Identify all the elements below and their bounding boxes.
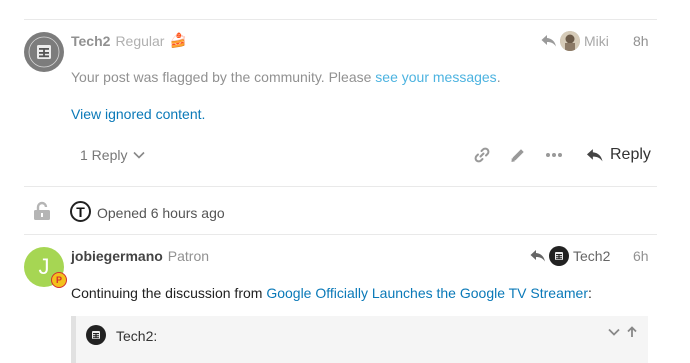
post-header: jobiegermano Patron — [71, 248, 209, 264]
patron-badge-icon: P — [51, 272, 67, 288]
user-title: Regular — [115, 32, 165, 49]
post-time[interactable]: 6h — [633, 248, 649, 264]
unlock-icon — [34, 201, 50, 220]
flag-message: Your post was flagged by the community. … — [71, 69, 501, 85]
replies-toggle[interactable]: 1 Reply — [80, 147, 146, 163]
quote-author: Tech2: — [116, 328, 158, 344]
edit-icon[interactable] — [500, 139, 536, 171]
body-suffix: : — [588, 285, 592, 301]
post-actions: Reply — [464, 139, 657, 171]
reply-to-name: Tech2 — [573, 248, 611, 264]
endpoint-insider-logo — [25, 33, 63, 71]
flag-text: Your post was flagged by the community. … — [71, 69, 376, 85]
top-divider — [24, 19, 657, 20]
flag-period: . — [496, 69, 501, 85]
avatar[interactable] — [24, 32, 64, 72]
replies-count: 1 Reply — [80, 147, 128, 163]
topic-link[interactable]: Google Officially Launches the Google TV… — [266, 285, 588, 301]
reply-to-name: Miki — [584, 33, 609, 49]
event-avatar-letter: T — [76, 203, 85, 220]
quote-avatar — [86, 325, 106, 345]
quote-block: Tech2: — [71, 316, 648, 363]
reply-arrow-icon — [541, 35, 556, 47]
cake-emoji-icon: 🍰 — [169, 32, 187, 48]
body-prefix: Continuing the discussion from — [71, 285, 267, 301]
chevron-down-icon — [133, 151, 146, 159]
user-title: Patron — [167, 248, 210, 264]
post-divider-1 — [24, 186, 657, 187]
reply-avatar-miki — [560, 31, 580, 51]
arrow-up-icon[interactable] — [626, 326, 638, 338]
post-time[interactable]: 8h — [633, 33, 649, 49]
event-text: Opened 6 hours ago — [97, 205, 225, 221]
more-options-icon[interactable] — [536, 139, 572, 171]
event-avatar[interactable]: T — [70, 201, 91, 222]
username[interactable]: jobiegermano — [71, 248, 163, 264]
avatar-letter: J — [38, 254, 50, 279]
reply-button[interactable]: Reply — [580, 146, 657, 164]
reply-to[interactable]: Miki — [541, 30, 609, 52]
view-ignored-link[interactable]: View ignored content. — [71, 106, 205, 122]
reply-to[interactable]: Tech2 — [530, 245, 610, 267]
link-icon[interactable] — [464, 139, 500, 171]
post-header: Tech2 Regular 🍰 — [71, 32, 187, 49]
see-messages-link[interactable]: see your messages — [375, 69, 496, 85]
reply-label: Reply — [610, 146, 651, 163]
post-divider-2 — [24, 234, 657, 235]
chevron-down-icon[interactable] — [608, 328, 620, 336]
reply-arrow-icon — [530, 250, 545, 262]
post-body: Continuing the discussion from Google Of… — [71, 285, 592, 301]
reply-avatar-tech2 — [549, 246, 569, 266]
reply-icon — [586, 148, 603, 161]
username[interactable]: Tech2 — [71, 33, 110, 49]
